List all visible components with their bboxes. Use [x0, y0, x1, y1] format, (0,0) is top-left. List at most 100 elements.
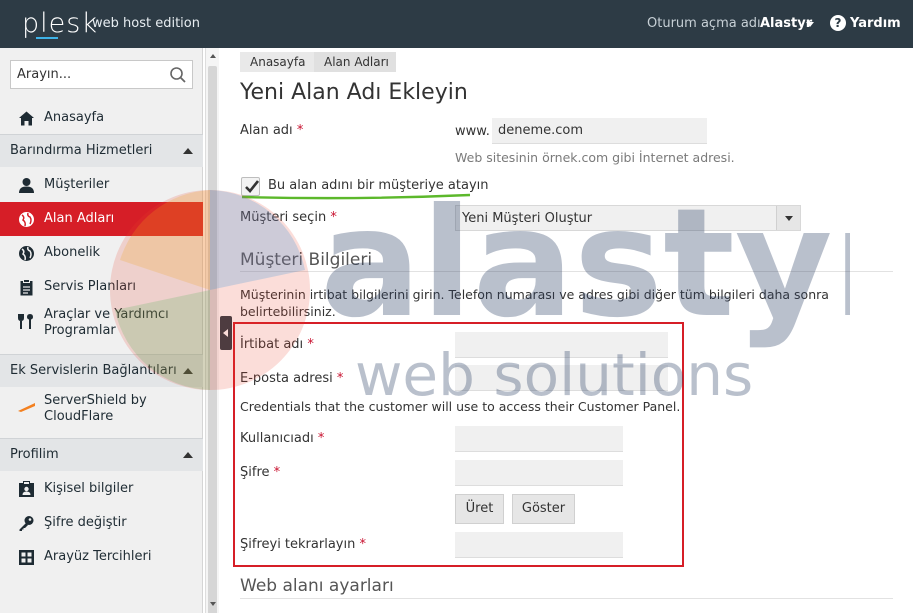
clipboard-icon	[20, 279, 33, 296]
password-label: Şifre *	[240, 465, 280, 480]
sidebar-item-label: ServerShield by CloudFlare	[44, 393, 147, 424]
sidebar-item-customers[interactable]: Müşteriler	[0, 168, 203, 202]
sidebar-item-label: Alan Adları	[44, 211, 115, 226]
search-icon[interactable]	[169, 66, 187, 84]
search-box	[10, 60, 193, 89]
domain-label: Alan adı *	[240, 123, 303, 138]
contact-name-label: İrtibat adı *	[240, 337, 314, 352]
sidebar-item-interface-prefs[interactable]: Arayüz Tercihleri	[0, 540, 203, 574]
chevron-down-icon[interactable]	[806, 22, 814, 27]
required-mark: *	[317, 431, 325, 446]
section-divider	[240, 271, 893, 272]
cloudflare-icon	[18, 403, 35, 412]
collapse-arrow-icon[interactable]	[183, 452, 193, 458]
label-text: Kullanıcıadı	[240, 431, 314, 446]
username-label: Kullanıcıadı *	[240, 431, 324, 446]
label-text: Alan adı	[240, 123, 293, 138]
contact-name-input[interactable]	[455, 332, 668, 358]
scroll-up-icon[interactable]	[210, 54, 216, 58]
sidebar-item-label: Müşteriler	[44, 177, 110, 192]
required-mark: *	[359, 537, 366, 552]
globe-icon	[19, 246, 34, 261]
password-repeat-label: Şifreyi tekrarlayın *	[240, 537, 366, 552]
section-profile[interactable]: Profilim	[0, 438, 203, 471]
email-label: E-posta adresi *	[240, 371, 343, 386]
key-icon	[19, 516, 34, 531]
user-icon	[19, 178, 34, 193]
label-text: E-posta adresi	[240, 371, 333, 386]
scroll-down-icon[interactable]	[210, 602, 216, 606]
show-button[interactable]: Göster	[512, 494, 575, 524]
sidebar-item-change-password[interactable]: Şifre değiştir	[0, 506, 203, 540]
login-label: Oturum açma adı	[647, 16, 761, 31]
plesk-logo[interactable]: plesk	[22, 8, 98, 39]
chevron-left-icon[interactable]	[223, 329, 228, 337]
collapse-arrow-icon[interactable]	[183, 148, 193, 154]
page-title: Yeni Alan Adı Ekleyin	[240, 80, 468, 105]
domain-hint: Web sitesinin örnek.com gibi İnternet ad…	[455, 150, 735, 165]
sidebar-item-label: Şifre değiştir	[44, 515, 127, 530]
customer-select[interactable]: Yeni Müşteri Oluştur	[455, 205, 801, 231]
section-title: Profilim	[10, 447, 59, 462]
collapse-arrow-icon[interactable]	[183, 368, 193, 374]
customer-select-value: Yeni Müşteri Oluştur	[462, 211, 593, 226]
generate-button[interactable]: Üret	[455, 494, 504, 524]
label-text: İrtibat adı	[240, 337, 304, 352]
tools-icon	[18, 314, 33, 329]
sidebar-item-subscriptions[interactable]: Abonelik	[0, 236, 203, 270]
password-input[interactable]	[455, 460, 623, 486]
sidebar-item-domains[interactable]: Alan Adları	[0, 202, 203, 236]
required-mark: *	[273, 465, 281, 480]
section-title: Ek Servislerin Bağlantıları	[10, 363, 177, 378]
sidebar-item-label: Anasayfa	[44, 110, 105, 125]
domain-input[interactable]	[492, 118, 707, 144]
section-title: Barındırma Hizmetleri	[10, 143, 153, 158]
help-icon[interactable]: ?	[830, 15, 846, 31]
grid-icon	[19, 550, 34, 565]
sidebar-item-label: Kişisel bilgiler	[44, 481, 134, 496]
sidebar-item-label: Arayüz Tercihleri	[44, 549, 152, 564]
sidebar-item-servershield[interactable]: ServerShield by CloudFlare	[0, 390, 203, 438]
highlight-underline	[241, 193, 471, 200]
sidebar: Anasayfa Barındırma Hizmetleri Müşterile…	[0, 48, 203, 613]
search-input[interactable]	[17, 61, 167, 88]
required-mark: *	[296, 123, 304, 138]
sidebar-item-label: Abonelik	[44, 245, 101, 260]
sidebar-item-home[interactable]: Anasayfa	[0, 101, 203, 135]
id-card-icon	[19, 481, 34, 497]
sidebar-item-label: Araçlar ve Yardımcı Programlar	[44, 307, 169, 338]
label-text: Şifre	[240, 465, 270, 480]
user-menu[interactable]: Alastyr	[760, 16, 812, 31]
scroll-thumb[interactable]	[208, 66, 217, 613]
customer-info-title: Müşteri Bilgileri	[240, 250, 373, 270]
sidebar-item-tools[interactable]: Araçlar ve Yardımcı Programlar	[0, 304, 203, 354]
label-text: Müşteri seçin	[240, 210, 327, 225]
breadcrumb-domains[interactable]: Alan Adları	[314, 52, 396, 72]
web-settings-title: Web alanı ayarları	[240, 576, 394, 596]
assign-customer-label[interactable]: Bu alan adını bir müşteriye atayın	[268, 178, 489, 193]
sidebar-item-personal-info[interactable]: Kişisel bilgiler	[0, 472, 203, 506]
checkmark-icon	[245, 180, 259, 193]
label-text: Şifreyi tekrarlayın	[240, 537, 356, 552]
sidebar-collapse-handle[interactable]	[220, 316, 232, 350]
sidebar-item-service-plans[interactable]: Servis Planları	[0, 270, 203, 304]
email-input[interactable]	[455, 365, 668, 391]
breadcrumb-home[interactable]: Anasayfa	[240, 52, 318, 72]
sidebar-scrollbar[interactable]	[205, 48, 219, 613]
www-prefix: www.	[455, 124, 490, 139]
help-link[interactable]: Yardım	[850, 16, 901, 31]
username-input[interactable]	[455, 426, 623, 452]
customer-select-label: Müşteri seçin *	[240, 210, 337, 225]
top-header: plesk web host edition Oturum açma adı A…	[0, 0, 913, 48]
password-repeat-input[interactable]	[455, 532, 623, 558]
required-mark: *	[336, 371, 344, 386]
section-divider	[240, 598, 893, 599]
edition-label: web host edition	[92, 16, 200, 31]
section-hosting[interactable]: Barındırma Hizmetleri	[0, 134, 203, 167]
globe-icon	[19, 212, 34, 227]
customer-info-desc: Müşterinin irtibat bilgilerini girin. Te…	[240, 287, 829, 319]
logo-accent	[36, 37, 58, 39]
select-toggle[interactable]	[776, 206, 800, 230]
credentials-desc: Credentials that the customer will use t…	[240, 399, 681, 414]
section-extensions[interactable]: Ek Servislerin Bağlantıları	[0, 354, 203, 387]
